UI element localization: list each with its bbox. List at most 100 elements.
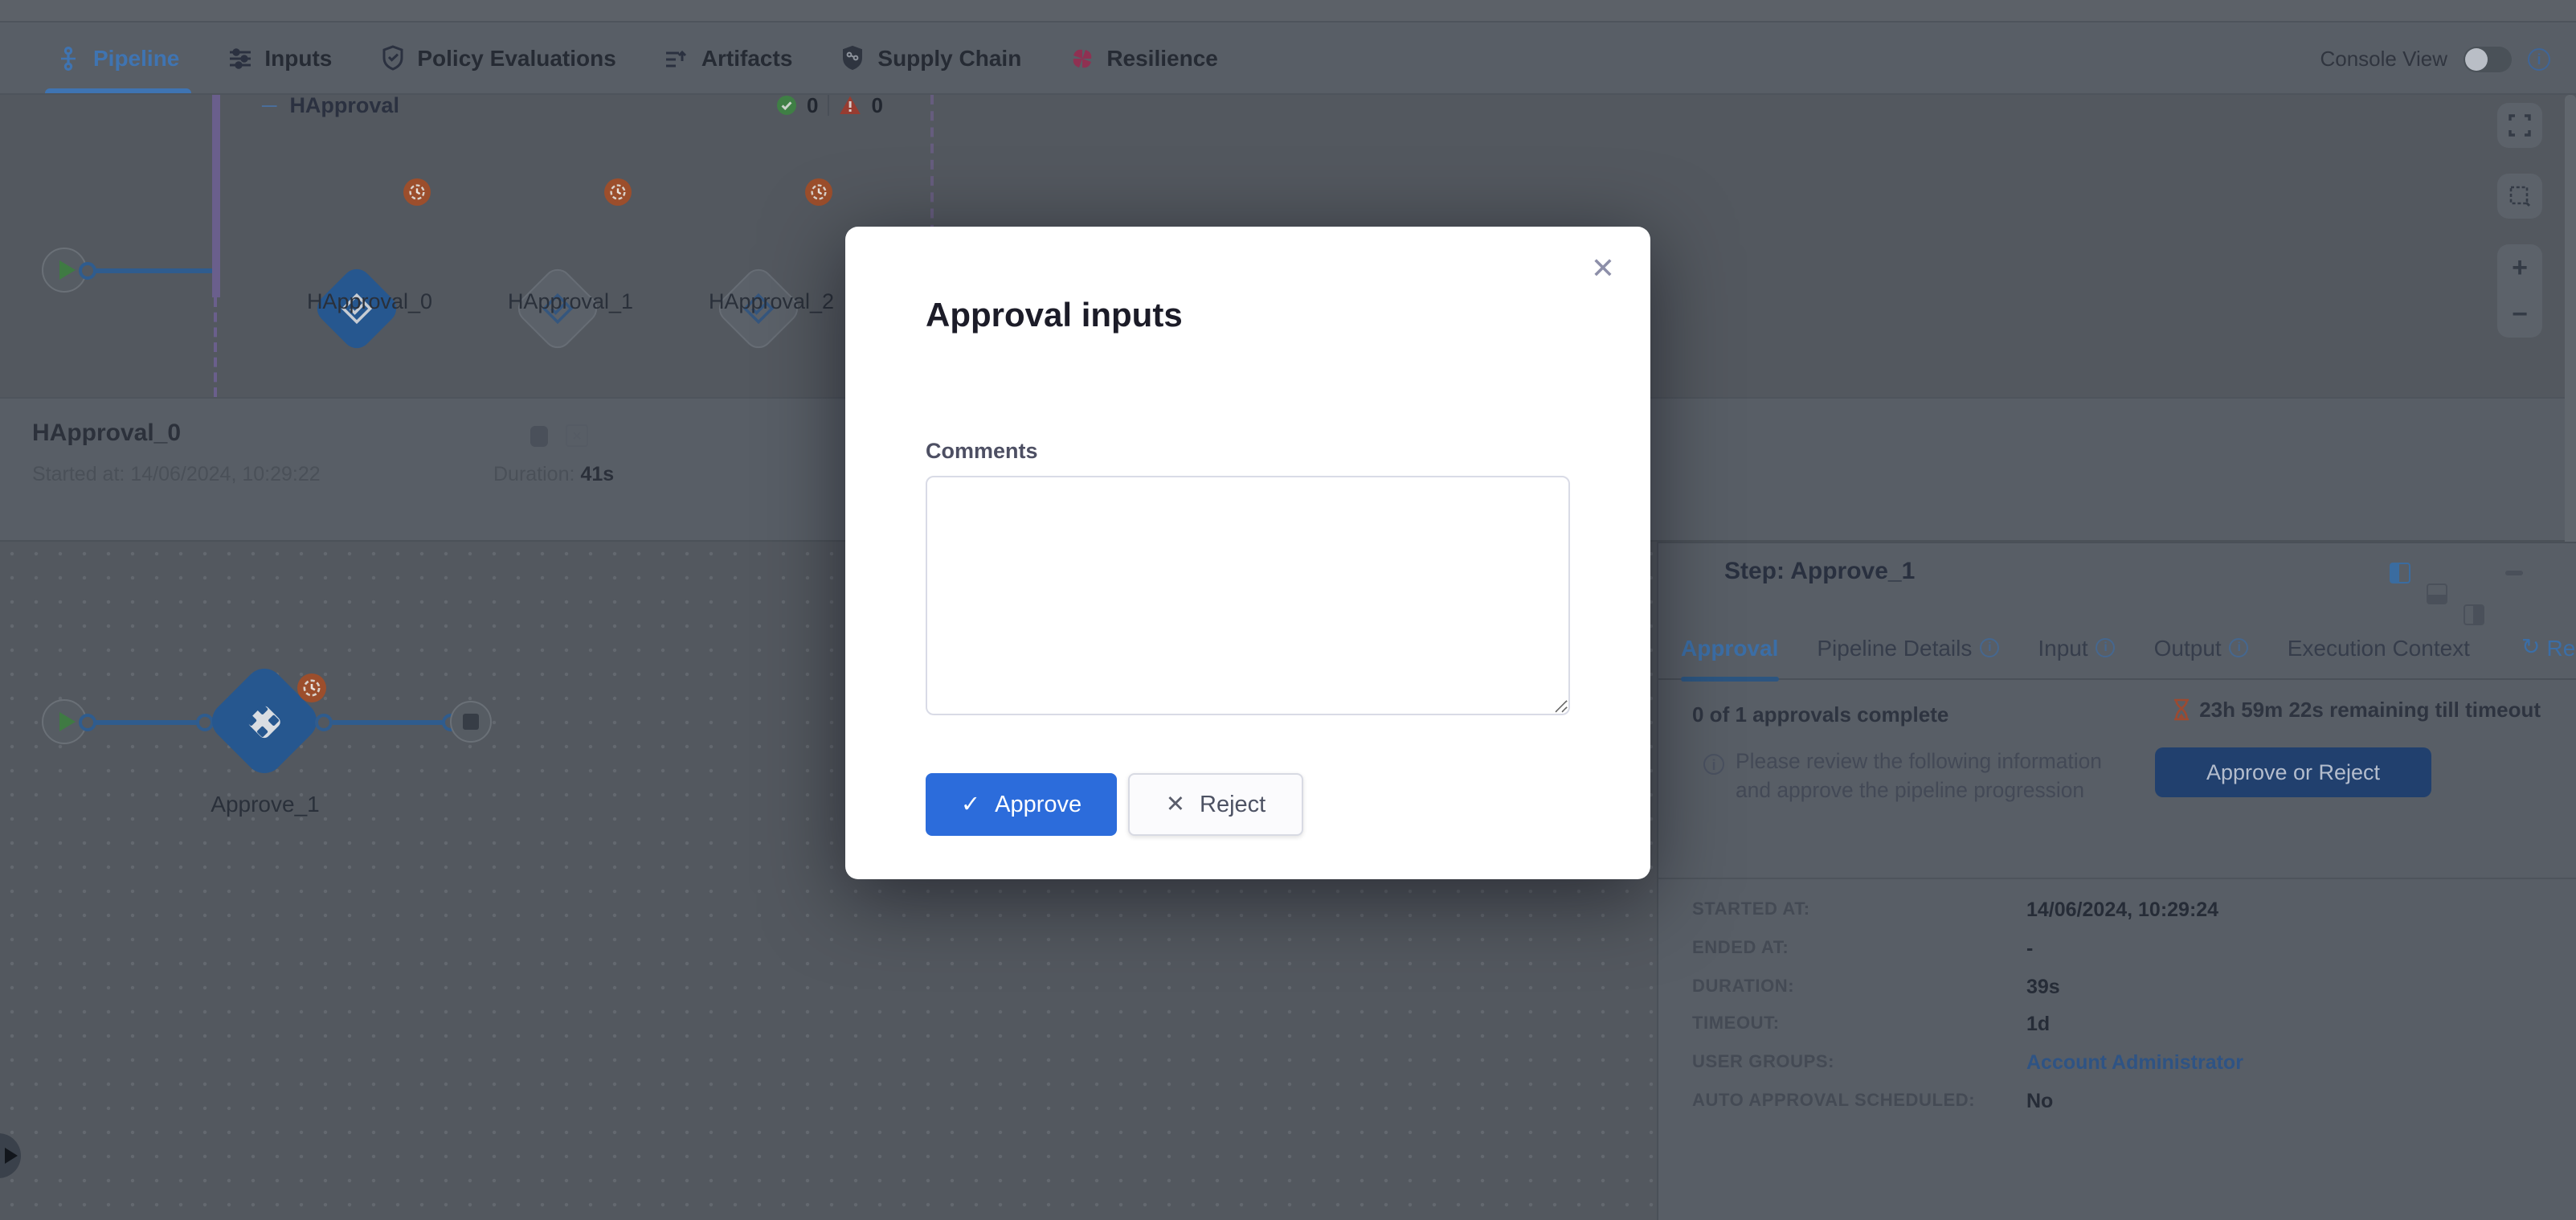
toggle-knob <box>2465 47 2488 70</box>
info-icon[interactable]: i <box>2096 637 2116 657</box>
tab-label: Inputs <box>264 45 332 71</box>
badge-divider <box>828 95 829 116</box>
pipeline-execution-page: Pipeline Inputs Policy Evaluations Artif… <box>0 0 2576 1220</box>
stop-icon <box>463 714 479 730</box>
tab-label: Supply Chain <box>877 45 1021 71</box>
approve-or-reject-button[interactable]: Approve or Reject <box>2155 747 2431 797</box>
detail-label: AUTO APPROVAL SCHEDULED: <box>1692 1091 1975 1111</box>
panel-tab-approval[interactable]: Approval <box>1681 615 1778 679</box>
reject-button[interactable]: ✕ Reject <box>1128 773 1303 836</box>
tab-supply-chain[interactable]: Supply Chain <box>816 23 1045 93</box>
detail-value: 1d <box>2026 1013 2050 1035</box>
port-dot <box>79 714 96 731</box>
play-icon <box>59 260 75 280</box>
port-dot <box>79 262 96 280</box>
tab-inputs[interactable]: Inputs <box>203 23 356 93</box>
connector-line <box>95 268 212 272</box>
tab-resilience[interactable]: Resilience <box>1045 23 1242 93</box>
failure-badge-icon <box>839 95 861 115</box>
waiting-clock-badge <box>297 673 326 702</box>
approval-instruction-line2: and approve the pipeline progression <box>1736 778 2084 802</box>
stage-name[interactable]: HApproval <box>289 95 399 117</box>
panel-tab-input[interactable]: Inputi <box>2038 615 2115 679</box>
end-node[interactable] <box>450 701 492 743</box>
detail-value: 14/06/2024, 10:29:24 <box>2026 899 2218 921</box>
timeout-remaining: 23h 59m 22s remaining till timeout <box>2172 698 2541 722</box>
layout-bottom-panel-icon[interactable] <box>2427 583 2447 604</box>
tab-artifacts[interactable]: Artifacts <box>640 23 817 93</box>
panel-tab-pipeline-details[interactable]: Pipeline Detailsi <box>1817 615 1999 679</box>
page-top-strip <box>0 0 2576 23</box>
close-icon[interactable]: ✕ <box>1591 256 1615 285</box>
tab-policy-evaluations[interactable]: Policy Evaluations <box>356 23 640 93</box>
artifacts-icon <box>664 46 689 70</box>
tab-pipeline[interactable]: Pipeline <box>32 23 203 93</box>
collapse-stage-icon[interactable]: ─ <box>262 95 276 117</box>
expand-arrow-icon <box>5 1148 18 1164</box>
cross-icon: ✕ <box>1166 792 1185 817</box>
stage-shape-icon[interactable] <box>530 426 548 447</box>
refresh-label: Re <box>2546 635 2575 661</box>
tab-label: Policy Evaluations <box>417 45 615 71</box>
details-divider <box>1658 878 2576 879</box>
status-started-at: Started at: 14/06/2024, 10:29:22 <box>32 463 321 485</box>
fullscreen-icon <box>2509 114 2531 137</box>
hourglass-icon <box>2172 698 2190 722</box>
detail-label: TIMEOUT: <box>1692 1014 1780 1034</box>
status-duration: Duration: 41s <box>493 463 614 485</box>
zoom-in-button[interactable]: + <box>2512 254 2528 281</box>
detail-label: STARTED AT: <box>1692 900 1810 919</box>
info-icon[interactable]: i <box>2230 637 2249 657</box>
info-icon: i <box>1703 754 1724 775</box>
port-dot <box>315 714 333 731</box>
console-view-control: Console View i <box>2320 23 2550 95</box>
approval-inputs-modal: ✕ Approval inputs Comments ✓ Approve ✕ R… <box>845 227 1650 879</box>
modal-title: Approval inputs <box>926 297 1183 336</box>
approvals-summary: 0 of 1 approvals complete <box>1692 702 1948 727</box>
detail-value: 39s <box>2026 976 2060 998</box>
panel-title: Step: Approve_1 <box>1724 558 1915 585</box>
tab-label: Pipeline <box>93 45 179 71</box>
stage-header[interactable]: ─ HApproval <box>262 95 399 124</box>
approve-button[interactable]: ✓ Approve <box>926 773 1117 836</box>
comments-textarea[interactable] <box>926 476 1570 715</box>
console-view-toggle[interactable] <box>2464 46 2512 72</box>
policy-shield-icon <box>380 45 404 71</box>
detail-label: ENDED AT: <box>1692 939 1789 958</box>
user-groups-link[interactable]: Account Administrator <box>2026 1051 2243 1074</box>
zoom-control-group: + − <box>2497 244 2542 338</box>
step-node-label: HApproval_1 <box>458 289 683 313</box>
panel-tab-execution-context[interactable]: Execution Context <box>2288 615 2470 679</box>
approval-instruction-line1: Please review the following information <box>1736 749 2102 773</box>
step-node-label: HApproval_0 <box>257 289 482 313</box>
detail-label: DURATION: <box>1692 977 1794 997</box>
minimize-panel-icon[interactable] <box>2505 571 2523 575</box>
panel-tab-output[interactable]: Outputi <box>2154 615 2249 679</box>
step-details-panel: Step: Approve_1 Approval Pipeline Detail… <box>1657 542 2576 1220</box>
check-icon: ✓ <box>961 792 980 817</box>
connector-line <box>333 719 448 724</box>
zoom-out-button[interactable]: − <box>2512 301 2528 328</box>
info-icon[interactable]: i <box>1980 637 1999 657</box>
selection-mode-button[interactable] <box>2497 174 2542 219</box>
stage-status-badges: 0 0 <box>776 95 883 124</box>
approval-cluster-icon <box>240 697 288 745</box>
waiting-clock-badge <box>805 178 832 206</box>
pipeline-icon <box>56 46 80 70</box>
detail-label: USER GROUPS: <box>1692 1053 1834 1072</box>
detail-value: - <box>2026 937 2033 960</box>
supply-chain-shield-icon <box>840 45 865 71</box>
refresh-button[interactable]: ↻ Re <box>2521 616 2576 680</box>
success-badge-icon <box>776 95 797 115</box>
console-info-icon[interactable]: i <box>2528 47 2550 70</box>
failure-count: 0 <box>871 95 882 117</box>
fit-to-screen-button[interactable] <box>2497 103 2542 148</box>
layout-right-panel-icon[interactable] <box>2390 563 2410 583</box>
stage-boundary-bar <box>212 95 220 297</box>
comments-label: Comments <box>926 439 1038 463</box>
waiting-clock-badge <box>403 178 431 206</box>
waiting-clock-badge <box>604 178 632 206</box>
skip-condition-icon[interactable]: ✕ <box>566 424 588 447</box>
success-count: 0 <box>807 95 818 117</box>
tab-label: Artifacts <box>701 45 793 71</box>
